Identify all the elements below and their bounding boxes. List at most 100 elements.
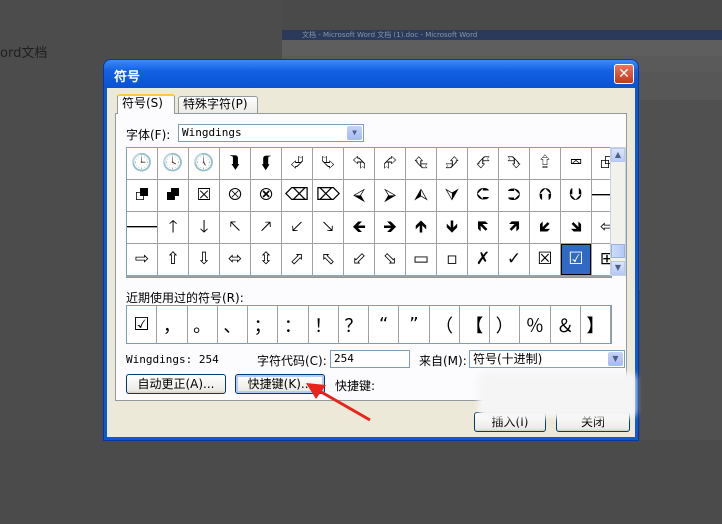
- scroll-up-icon[interactable]: ▲: [611, 148, 625, 162]
- symbol-cell[interactable]: ▫: [437, 244, 467, 275]
- symbol-cell[interactable]: ⬂: [375, 244, 405, 275]
- symbol-cell[interactable]: ⮸: [530, 148, 560, 179]
- symbol-cell[interactable]: 🡼: [468, 212, 498, 243]
- symbol-cell[interactable]: ⇩: [189, 244, 219, 275]
- chevron-down-icon[interactable]: ▼: [608, 352, 623, 366]
- symbol-cell[interactable]: ☒: [530, 244, 560, 275]
- symbol-cell[interactable]: ⮉: [530, 180, 560, 211]
- symbol-cell[interactable]: 🡹: [406, 212, 436, 243]
- recent-symbol-cell[interactable]: ％: [520, 306, 550, 343]
- recent-symbol-cell[interactable]: ，: [157, 306, 187, 343]
- symbol-cell[interactable]: ⮶: [468, 148, 498, 179]
- recent-symbol-cell[interactable]: 】: [580, 306, 610, 343]
- recent-symbol-cell[interactable]: ）: [490, 306, 520, 343]
- symbol-cell[interactable]: 🡓: [189, 212, 219, 243]
- character-name: Wingdings: 254: [126, 353, 219, 366]
- recent-symbol-cell[interactable]: ＆: [550, 306, 580, 343]
- symbol-cell[interactable]: 🡾: [561, 212, 591, 243]
- symbol-cell[interactable]: ⮱: [313, 148, 343, 179]
- symbol-cell[interactable]: ⮚: [375, 180, 405, 211]
- symbol-cell[interactable]: ⬃: [344, 244, 374, 275]
- symbol-cell[interactable]: ⮳: [375, 148, 405, 179]
- autocorrect-button[interactable]: 自动更正(A)...: [126, 374, 226, 394]
- recent-symbols-label: 近期使用过的符号(R):: [126, 291, 244, 305]
- recent-symbol-cell[interactable]: ☑: [127, 306, 157, 343]
- scrollbar-thumb[interactable]: [611, 244, 625, 258]
- symbol-cell[interactable]: ⮵: [437, 148, 467, 179]
- symbol-cell[interactable]: ⬄: [220, 244, 250, 275]
- font-label: 字体(F):: [126, 128, 171, 142]
- font-select[interactable]: Wingdings ▼: [178, 124, 364, 142]
- symbol-cell[interactable]: ⮊: [499, 180, 529, 211]
- symbol-cell[interactable]: ⇨: [127, 244, 157, 275]
- symbol-cell[interactable]: ⮙: [406, 180, 436, 211]
- symbol-cell[interactable]: ✗: [468, 244, 498, 275]
- symbol-cell[interactable]: 🡒: [127, 212, 157, 243]
- char-code-input[interactable]: 254: [330, 350, 410, 368]
- recent-symbol-cell[interactable]: 。: [187, 306, 217, 343]
- close-icon[interactable]: ✕: [614, 64, 634, 84]
- symbol-cell[interactable]: 🡖: [313, 212, 343, 243]
- symbol-cell[interactable]: ⌫: [282, 180, 312, 211]
- symbol-cell[interactable]: 🡺: [375, 212, 405, 243]
- recent-symbol-cell[interactable]: ？: [338, 306, 368, 343]
- symbol-grid-scrollbar[interactable]: ▲ ▼: [610, 147, 626, 276]
- symbol-grid: 🕒 🕓 🕔 ⮯ ⮮ ⮰ ⮱ ⮲ ⮳ ⮴ ⮵ ⮶ ⮷ ⮸ ⮹ ⮺ ⮻ ⮼ ⮽ ⮾ ⮿ ⌫ ⌦ ⮘ ⮚ ⮙ ⮛ ⮈ ⮊ ⮉ ⮋ 🡐 🡒 🡑 🡓 🡔 🡕 🡗 🡖 🡸…: [126, 147, 622, 278]
- symbol-cell[interactable]: ⮰: [282, 148, 312, 179]
- symbol-cell[interactable]: ⮋: [561, 180, 591, 211]
- symbol-cell[interactable]: 🡗: [282, 212, 312, 243]
- symbol-cell[interactable]: 🡽: [499, 212, 529, 243]
- symbol-cell[interactable]: ⮘: [344, 180, 374, 211]
- symbol-cell[interactable]: 🡸: [344, 212, 374, 243]
- symbol-cell[interactable]: 🕒: [127, 148, 157, 179]
- scroll-down-icon[interactable]: ▼: [611, 261, 625, 275]
- symbol-cell[interactable]: 🕔: [189, 148, 219, 179]
- symbol-cell[interactable]: ⌦: [313, 180, 343, 211]
- symbol-cell[interactable]: 🕓: [158, 148, 188, 179]
- recent-symbol-cell[interactable]: ！: [308, 306, 338, 343]
- symbol-cell[interactable]: 🡕: [251, 212, 281, 243]
- recent-symbol-cell[interactable]: ：: [278, 306, 308, 343]
- symbol-cell[interactable]: ⇳: [251, 244, 281, 275]
- symbol-cell[interactable]: ⬀: [282, 244, 312, 275]
- symbol-cell[interactable]: ⮷: [499, 148, 529, 179]
- symbol-cell[interactable]: ✓: [499, 244, 529, 275]
- symbol-cell[interactable]: ⮿: [251, 180, 281, 211]
- red-arrow-annotation: [306, 383, 371, 422]
- recent-symbol-cell[interactable]: ”: [399, 306, 429, 343]
- blurred-watermark: [478, 372, 636, 418]
- symbol-cell[interactable]: ⮈: [468, 180, 498, 211]
- symbol-cell[interactable]: ⮴: [406, 148, 436, 179]
- symbol-cell[interactable]: ⮽: [189, 180, 219, 211]
- tab-symbols[interactable]: 符号(S): [117, 94, 175, 114]
- symbol-cell[interactable]: ⮾: [220, 180, 250, 211]
- symbol-cell[interactable]: ⮛: [437, 180, 467, 211]
- recent-symbol-cell[interactable]: 、: [217, 306, 247, 343]
- symbol-cell[interactable]: ⮻: [127, 180, 157, 211]
- symbol-cell[interactable]: 🡻: [437, 212, 467, 243]
- from-select[interactable]: 符号(十进制) ▼: [469, 350, 625, 368]
- symbol-cell[interactable]: ⮲: [344, 148, 374, 179]
- dialog-titlebar[interactable]: 符号 ✕: [104, 60, 638, 88]
- tab-special-characters[interactable]: 特殊字符(P): [178, 96, 258, 113]
- symbol-cell[interactable]: ⮼: [158, 180, 188, 211]
- recent-symbol-cell[interactable]: 【: [459, 306, 489, 343]
- symbol-cell[interactable]: ⬁: [313, 244, 343, 275]
- recent-symbols-grid: ☑，。、；：！？ “” （【）％＆】: [126, 305, 612, 344]
- symbol-cell[interactable]: ⇧: [158, 244, 188, 275]
- symbol-cell[interactable]: ▭: [406, 244, 436, 275]
- chevron-down-icon[interactable]: ▼: [347, 126, 362, 140]
- recent-symbol-cell[interactable]: ；: [248, 306, 278, 343]
- font-select-value: Wingdings: [182, 126, 242, 139]
- symbol-cell[interactable]: 🡑: [158, 212, 188, 243]
- symbol-cell[interactable]: ⮯: [220, 148, 250, 179]
- symbol-cell[interactable]: ⮮: [251, 148, 281, 179]
- recent-symbol-cell[interactable]: （: [429, 306, 459, 343]
- recent-symbol-cell[interactable]: “: [369, 306, 399, 343]
- symbol-cell[interactable]: 🡔: [220, 212, 250, 243]
- symbol-cell[interactable]: ⮹: [561, 148, 591, 179]
- background-document-text: ord文档: [0, 46, 48, 61]
- background-bottom: [0, 440, 722, 524]
- symbol-cell[interactable]: ☑: [561, 244, 591, 275]
- symbol-cell[interactable]: 🡿: [530, 212, 560, 243]
